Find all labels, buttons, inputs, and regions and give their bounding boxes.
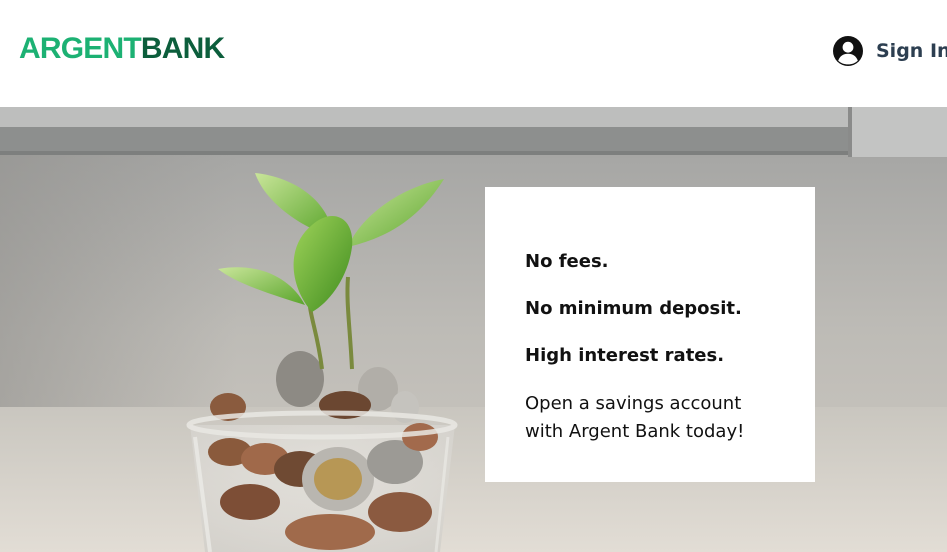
promo-high-interest: High interest rates.: [525, 345, 725, 366]
logo-text-argent: ARGENT: [19, 32, 142, 65]
promo-no-fees: No fees.: [525, 251, 609, 272]
sign-in-label: Sign In: [876, 40, 947, 62]
user-circle-icon: [832, 35, 864, 67]
argent-bank-logo[interactable]: ARGENTBANK: [19, 31, 225, 67]
promo-card: No fees. No minimum deposit. High intere…: [485, 187, 815, 482]
sign-in-link[interactable]: Sign In: [832, 34, 947, 68]
main-nav: ARGENTBANK Sign In: [0, 0, 947, 107]
promo-no-minimum: No minimum deposit.: [525, 298, 742, 319]
logo-text-bank: BANK: [140, 32, 225, 65]
promo-cta-text: Open a savings account with Argent Bank …: [525, 393, 745, 442]
